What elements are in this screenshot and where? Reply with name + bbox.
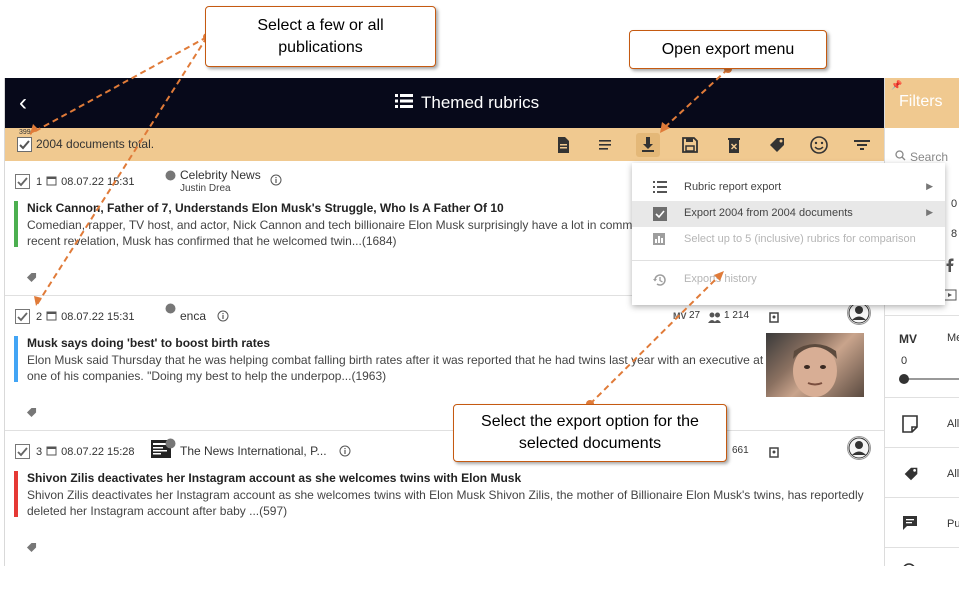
callout-select-publications: Select a few or all publications [205, 6, 436, 67]
callout-select-export: Select the export option for the selecte… [453, 404, 727, 462]
annotation-arrows [29, 33, 732, 408]
callout-open-export: Open export menu [629, 30, 827, 69]
